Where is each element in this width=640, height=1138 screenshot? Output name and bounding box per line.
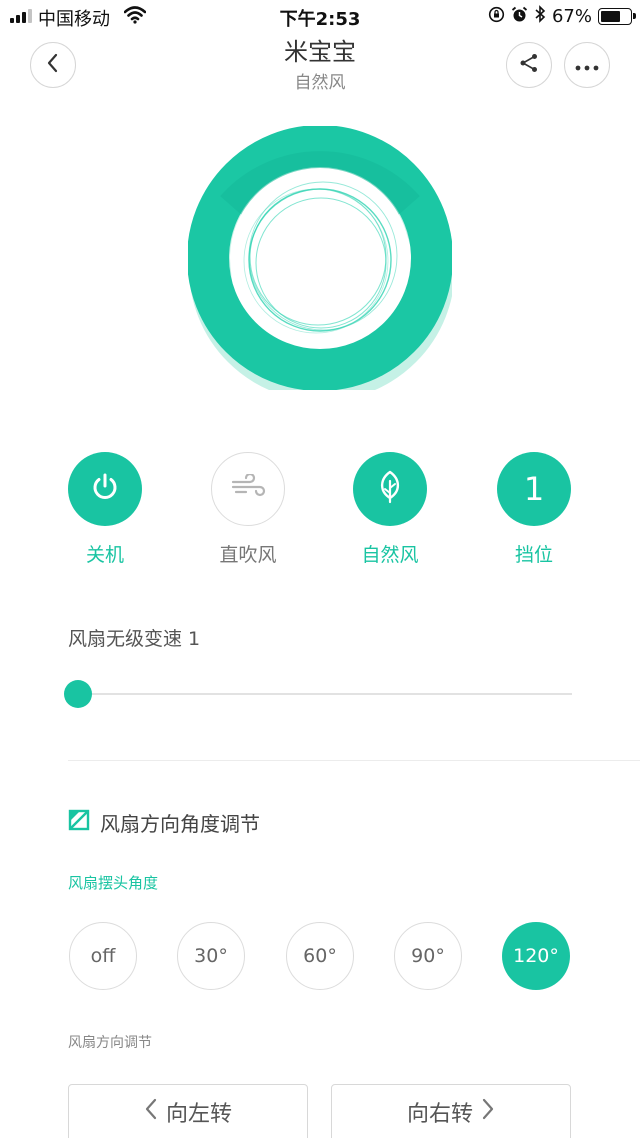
angle-option-120[interactable]: 120° bbox=[502, 922, 570, 990]
direct-wind-label: 直吹风 bbox=[219, 544, 277, 566]
direction-adjust-label: 风扇方向调节 bbox=[68, 1035, 152, 1051]
chevron-left-icon bbox=[144, 1098, 158, 1126]
battery-percent: 67% bbox=[551, 6, 592, 27]
gear-label: 挡位 bbox=[514, 544, 553, 566]
battery-icon bbox=[598, 8, 636, 25]
power-mode[interactable]: 关机 bbox=[50, 452, 160, 567]
gear-value: 1 bbox=[523, 470, 545, 508]
angle-option-60[interactable]: 60° bbox=[286, 922, 354, 990]
section-divider bbox=[68, 760, 640, 761]
alarm-icon bbox=[511, 6, 528, 28]
direction-section-title: 风扇方向角度调节 bbox=[68, 808, 260, 837]
share-icon bbox=[518, 52, 540, 78]
more-button[interactable] bbox=[564, 42, 610, 88]
status-right: 67% bbox=[488, 5, 636, 28]
turn-right-button[interactable]: 向右转 bbox=[331, 1084, 571, 1138]
power-button[interactable] bbox=[68, 452, 142, 526]
direction-section-label: 风扇方向角度调节 bbox=[100, 812, 260, 836]
speed-slider-track[interactable] bbox=[76, 693, 572, 695]
swing-angle-label: 风扇摆头角度 bbox=[68, 874, 159, 892]
speed-slider-thumb[interactable] bbox=[64, 680, 92, 708]
angle-option-30[interactable]: 30° bbox=[177, 922, 245, 990]
rotation-lock-icon bbox=[488, 6, 505, 28]
power-label: 关机 bbox=[85, 544, 124, 566]
fan-status-ring bbox=[187, 125, 455, 401]
natural-wind-button[interactable] bbox=[353, 452, 427, 526]
share-button[interactable] bbox=[506, 42, 552, 88]
turn-right-label: 向右转 bbox=[406, 1102, 473, 1127]
gear-button[interactable]: 1 bbox=[497, 452, 571, 526]
natural-wind-label: 自然风 bbox=[361, 544, 419, 566]
direct-wind-button[interactable] bbox=[211, 452, 285, 526]
wind-icon bbox=[230, 472, 266, 504]
leaf-icon bbox=[375, 470, 405, 508]
power-icon bbox=[89, 471, 121, 507]
turn-left-button[interactable]: 向左转 bbox=[68, 1084, 308, 1138]
turn-left-label: 向左转 bbox=[165, 1102, 232, 1127]
bluetooth-icon bbox=[534, 5, 546, 28]
chevron-right-icon bbox=[481, 1098, 495, 1126]
direct-wind-mode[interactable]: 直吹风 bbox=[193, 452, 303, 567]
battery-level bbox=[601, 11, 620, 22]
angle-option-90[interactable]: 90° bbox=[394, 922, 462, 990]
more-icon bbox=[575, 56, 599, 75]
angle-option-off[interactable]: off bbox=[69, 922, 137, 990]
adjust-icon bbox=[68, 809, 90, 836]
gear-mode[interactable]: 1 挡位 bbox=[479, 452, 589, 567]
natural-wind-mode[interactable]: 自然风 bbox=[335, 452, 445, 567]
status-bar: 中国移动 下午2:53 67% bbox=[0, 0, 640, 34]
speed-label: 风扇无级变速 1 bbox=[68, 628, 201, 650]
